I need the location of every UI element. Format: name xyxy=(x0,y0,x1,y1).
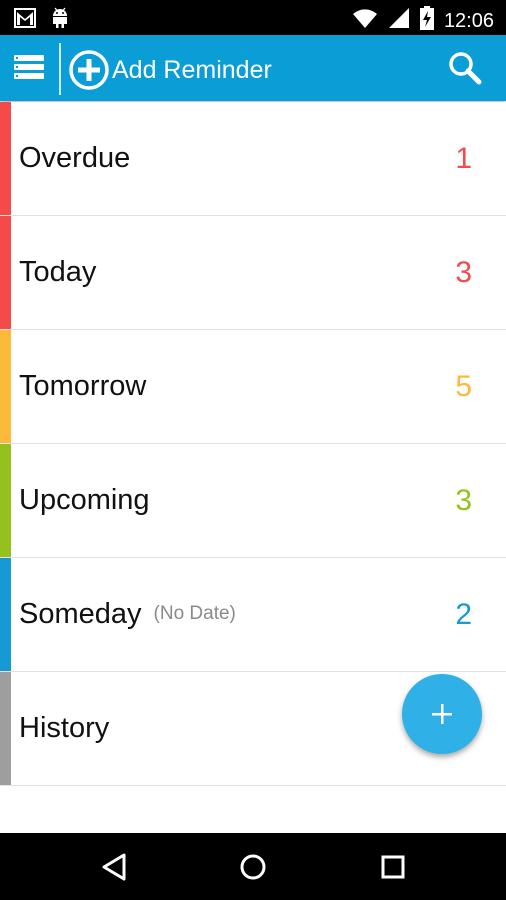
category-count: 3 xyxy=(455,484,472,517)
category-label: Tomorrow xyxy=(19,370,147,402)
category-row-overdue[interactable]: Overdue 1 xyxy=(0,102,506,216)
recents-button[interactable] xyxy=(375,849,411,885)
home-button[interactable] xyxy=(235,849,271,885)
category-count: 1 xyxy=(455,142,472,175)
back-button[interactable] xyxy=(96,849,132,885)
add-reminder-label: Add Reminder xyxy=(112,56,272,84)
signal-icon xyxy=(388,7,410,34)
category-label: Someday (No Date) xyxy=(19,598,236,630)
category-label: Upcoming xyxy=(19,484,150,516)
no-date-note: (No Date) xyxy=(153,602,236,624)
menu-button[interactable] xyxy=(12,50,48,86)
wifi-icon xyxy=(352,7,378,34)
action-bar-divider xyxy=(59,43,61,95)
category-count: 5 xyxy=(455,370,472,403)
status-bar: 12:06 xyxy=(0,0,506,35)
category-color-bar xyxy=(0,444,11,557)
category-label: History xyxy=(19,712,110,744)
gmail-icon xyxy=(14,8,36,33)
android-icon xyxy=(50,7,70,34)
category-count: 3 xyxy=(455,256,472,289)
action-bar: Add Reminder xyxy=(0,35,506,101)
category-color-bar xyxy=(0,216,11,329)
category-row-tomorrow[interactable]: Tomorrow 5 xyxy=(0,330,506,444)
category-count: 2 xyxy=(455,598,472,631)
category-row-today[interactable]: Today 3 xyxy=(0,216,506,330)
clock: 12:06 xyxy=(443,9,494,32)
recents-icon xyxy=(381,855,405,879)
category-label: Overdue xyxy=(19,142,131,174)
navigation-bar xyxy=(0,833,506,900)
category-color-bar xyxy=(0,558,11,671)
category-label: Today xyxy=(19,256,97,288)
battery-icon xyxy=(419,6,434,35)
category-color-bar xyxy=(0,102,11,215)
category-row-upcoming[interactable]: Upcoming 3 xyxy=(0,444,506,558)
category-row-someday[interactable]: Someday (No Date) 2 xyxy=(0,558,506,672)
list-menu-icon xyxy=(14,55,44,79)
add-circle-icon xyxy=(69,50,109,90)
plus-icon xyxy=(432,704,452,724)
home-icon xyxy=(240,854,266,880)
search-button[interactable] xyxy=(448,51,484,87)
search-icon xyxy=(449,52,482,85)
category-color-bar xyxy=(0,330,11,443)
category-color-bar xyxy=(0,672,11,785)
add-fab-button[interactable] xyxy=(402,674,482,754)
back-icon xyxy=(102,853,126,881)
add-reminder-button[interactable]: Add Reminder xyxy=(68,49,272,91)
